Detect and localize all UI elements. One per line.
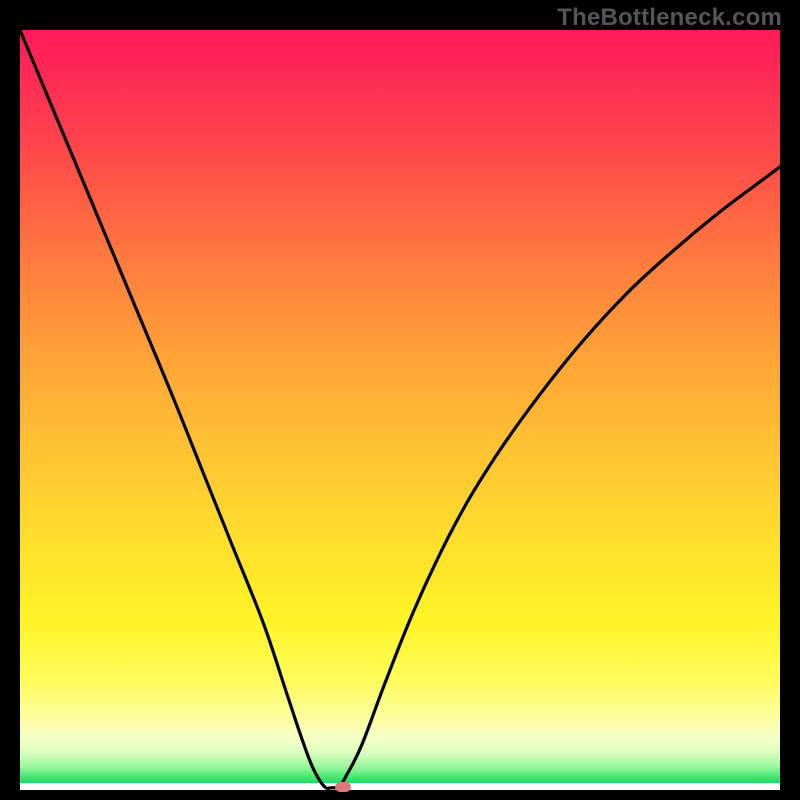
bottleneck-curve bbox=[20, 30, 780, 790]
chart-container: TheBottleneck.com bbox=[0, 0, 800, 800]
watermark-text: TheBottleneck.com bbox=[557, 4, 782, 32]
min-marker bbox=[335, 782, 351, 792]
plot-area bbox=[20, 30, 780, 790]
